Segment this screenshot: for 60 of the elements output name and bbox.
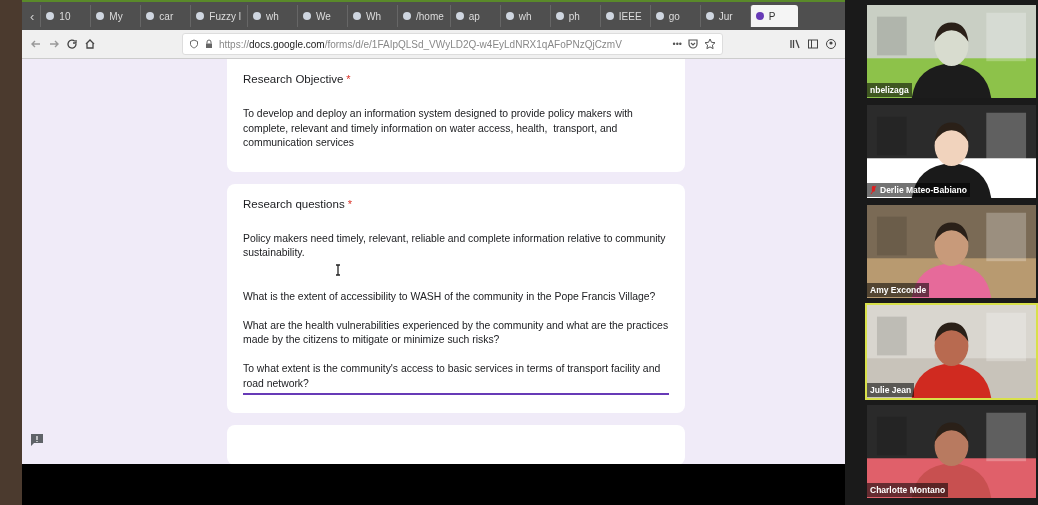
participant-name: Julie Jean <box>867 383 915 397</box>
video-tile[interactable]: nbelizaga <box>865 3 1038 100</box>
browser-tab[interactable]: IEEE <box>599 5 648 27</box>
participant-name: Amy Exconde <box>867 283 930 297</box>
video-tile[interactable]: Julie Jean <box>865 303 1038 400</box>
address-bar[interactable]: https://docs.google.com/forms/d/e/1FAIpQLSd_VWyLD2Q-w4EyLdNRX1qAFoPNzQjCzmV ••• <box>182 33 723 55</box>
reload-icon[interactable] <box>66 38 78 50</box>
favicon-icon <box>554 11 565 21</box>
favicon-icon <box>654 11 665 21</box>
participant-name: nbelizaga <box>867 83 912 97</box>
browser-tab[interactable]: ap <box>449 5 498 27</box>
participant-name: Derlie Mateo-Babiano <box>867 183 970 197</box>
browser-tab[interactable]: car <box>140 5 189 27</box>
favicon-icon <box>604 11 615 21</box>
browser-tab[interactable]: wh <box>247 5 295 27</box>
home-icon[interactable] <box>84 38 96 50</box>
favicon-icon <box>45 11 56 21</box>
favicon-icon <box>704 11 715 21</box>
video-tile[interactable]: Charlotte Montano <box>865 403 1038 500</box>
sidebar-icon[interactable] <box>807 38 819 50</box>
browser-tab[interactable]: Wh <box>347 5 395 27</box>
answer-field[interactable]: Policy makers need timely, relevant, reliable and complete information relative to community sustainability. What is the extent of accessibility to WASH of the community in the Pope Francis Village? What are the health vulnerabilities experienced by the community and what are the practices made by the citizens to mitigate or minimize such risks? To what extent is the community's access to basic services in terms of transport facility and road network? <box>243 231 669 395</box>
favicon-icon <box>754 11 765 21</box>
text-cursor-icon <box>335 264 341 276</box>
tab-scroll-arrow[interactable]: ‹ <box>26 8 39 24</box>
lock-icon[interactable] <box>204 39 214 49</box>
more-actions[interactable]: ••• <box>672 39 682 49</box>
browser-tab[interactable]: We <box>297 5 345 27</box>
browser-tab[interactable]: My <box>90 5 139 27</box>
favicon-icon <box>252 11 262 21</box>
video-tile[interactable]: Derlie Mateo-Babiano <box>865 103 1038 200</box>
browser-tab[interactable]: Jur <box>699 5 748 27</box>
account-icon[interactable] <box>825 38 837 50</box>
answer-field[interactable]: To develop and deploy an information system designed to provide policy makers with complete, relevant and timely information on water access, health, transport, and communication services <box>243 107 669 154</box>
star-icon[interactable] <box>704 38 716 50</box>
favicon-icon <box>302 11 312 21</box>
browser-tab[interactable]: ph <box>549 5 598 27</box>
browser-tab[interactable]: P <box>749 5 798 27</box>
browser-tab[interactable]: 10 <box>40 5 89 27</box>
required-mark: * <box>346 73 351 85</box>
question-title: Research Objective <box>243 73 344 85</box>
browser-tab[interactable]: wh <box>499 5 548 27</box>
question-title: Research questions <box>243 197 345 210</box>
browser-tab[interactable]: go <box>649 5 698 27</box>
video-tile[interactable]: Amy Exconde <box>865 203 1038 300</box>
browser-tab[interactable]: Fuzzy l <box>190 5 245 27</box>
pocket-icon[interactable] <box>687 38 699 50</box>
favicon-icon <box>352 11 362 21</box>
browser-tab[interactable]: /home <box>397 5 448 27</box>
feedback-icon[interactable] <box>30 433 44 447</box>
shield-icon[interactable] <box>189 39 199 49</box>
favicon-icon <box>454 11 465 21</box>
favicon-icon <box>95 11 106 21</box>
library-icon[interactable] <box>789 38 801 50</box>
favicon-icon <box>145 11 156 21</box>
participant-name: Charlotte Montano <box>867 483 949 497</box>
favicon-icon <box>504 11 515 21</box>
favicon-icon <box>195 11 206 21</box>
favicon-icon <box>402 11 412 21</box>
required-mark: * <box>347 197 352 210</box>
